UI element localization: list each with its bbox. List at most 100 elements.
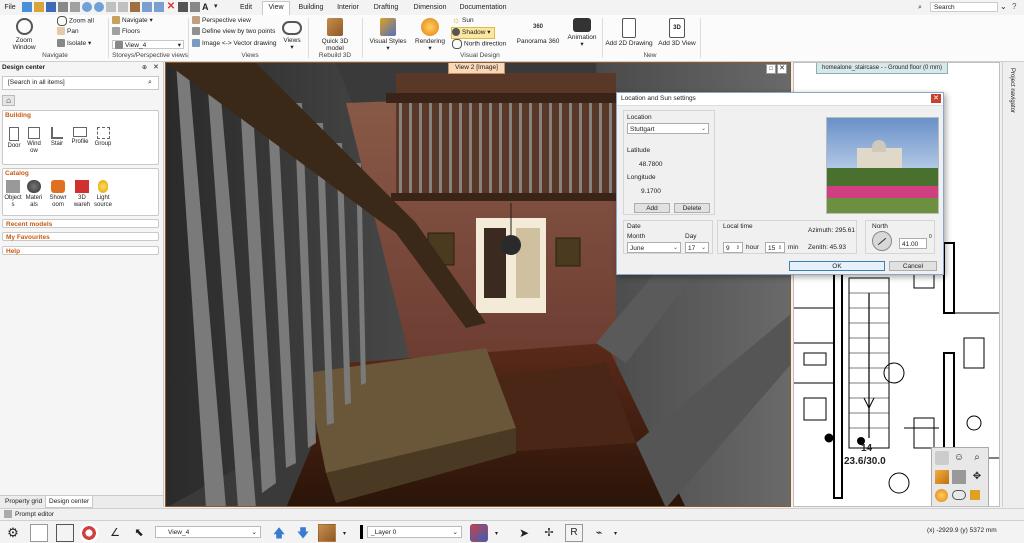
open-icon[interactable] (34, 2, 44, 12)
perspective-view-button[interactable]: Perspective view (192, 16, 251, 26)
panorama-360-button[interactable]: 360 Panorama 360 (516, 18, 560, 45)
group-item[interactable]: Group (93, 127, 113, 148)
tab-drafting[interactable]: Drafting (371, 2, 401, 14)
eraser-dropdown-icon[interactable]: ▾ (495, 530, 498, 537)
sun-button[interactable]: ☼ Sun (452, 16, 474, 26)
cursor-icon[interactable]: ⬉ (130, 524, 148, 542)
rebuild-3d-icon[interactable] (318, 524, 336, 542)
tab-design-center[interactable]: Design center (45, 496, 94, 508)
print-icon[interactable] (58, 2, 68, 12)
door-item[interactable]: Door (5, 127, 23, 150)
light-source-item[interactable]: Light source (92, 180, 114, 208)
project-navigator-tab[interactable]: Project navigator (1009, 68, 1015, 113)
help-header[interactable]: Help (2, 246, 159, 255)
add-location-button[interactable]: Add (634, 203, 670, 213)
search-input[interactable]: Search (930, 2, 998, 12)
materials-item[interactable]: Materi als (25, 180, 43, 208)
design-search-input[interactable]: [Search in all items] (2, 76, 159, 90)
snap-point-icon[interactable]: ✢ (540, 524, 558, 542)
move-down-icon[interactable]: 🡇 (294, 524, 312, 542)
polyline-dropdown-icon[interactable]: ▾ (614, 530, 617, 537)
tab-documentation[interactable]: Documentation (458, 2, 508, 14)
zoom-all-button[interactable]: Zoom all (57, 16, 94, 26)
close-panel-icon[interactable]: ✕ (153, 63, 159, 71)
minute-input[interactable]: 15 ⇕ (765, 242, 785, 253)
render-ball-icon[interactable] (935, 489, 948, 502)
cancel-button[interactable]: Cancel (889, 261, 937, 271)
view-select[interactable]: View_4 ▾ (112, 40, 184, 50)
layer-select[interactable]: _Layer 0 ⌄ (367, 526, 462, 538)
settings-gear-icon[interactable]: ⚙ (4, 524, 22, 542)
add-3d-view-button[interactable]: 3D Add 3D View (656, 18, 698, 47)
frame-select-icon[interactable] (56, 524, 74, 542)
month-select[interactable]: June ⌄ (627, 242, 681, 253)
copy-icon[interactable] (106, 2, 116, 12)
tab-edit[interactable]: Edit (235, 2, 257, 14)
building-header[interactable]: Building (5, 112, 31, 119)
add-2d-drawing-button[interactable]: Add 2D Drawing (605, 18, 653, 47)
viewport-tab[interactable]: View 2 [Image] (448, 63, 505, 74)
north-angle-input[interactable]: 41.00 (899, 238, 927, 249)
animation-button[interactable]: Animation ▾ (564, 18, 600, 48)
prompt-toggle-icon[interactable] (4, 510, 12, 518)
walker-icon[interactable]: ☺ (952, 451, 966, 465)
minute-spin-icon[interactable]: ⇕ (778, 243, 782, 254)
redo-icon[interactable] (94, 2, 104, 12)
save-icon[interactable] (46, 2, 56, 12)
north-direction-button[interactable]: North direction (452, 39, 506, 49)
delete-location-button[interactable]: Delete (674, 203, 710, 213)
day-select[interactable]: 17 ⌄ (685, 242, 709, 253)
orbit-icon[interactable]: ✥ (970, 470, 984, 484)
look-eye-icon[interactable] (952, 490, 966, 500)
shadow-button[interactable]: Shadow ▾ (451, 27, 495, 39)
prompt-editor-label[interactable]: Prompt editor (15, 510, 54, 520)
status-view-select[interactable]: View_4 ⌄ (155, 526, 261, 538)
project-navigator-sidebar[interactable]: Project navigator (1002, 62, 1024, 507)
rendering-button[interactable]: Rendering ▾ (412, 18, 448, 52)
visual-styles-button[interactable]: Visual Styles ▾ (366, 18, 410, 52)
profile-item[interactable]: Profile (69, 127, 91, 146)
undo-icon[interactable] (82, 2, 92, 12)
objects-item[interactable]: Object s (4, 180, 22, 208)
define-view-button[interactable]: Define view by two points (192, 27, 275, 37)
rebuild-dropdown-icon[interactable]: ▾ (343, 530, 346, 537)
viewport-close-icon[interactable]: ✕ (777, 64, 787, 74)
zoom-window-button[interactable]: Zoom Window (4, 18, 44, 51)
image-vector-button[interactable]: Image <-> Vector drawing (192, 39, 276, 49)
polyline-icon[interactable]: ⌁ (590, 524, 608, 542)
search-chevron-icon[interactable]: ⌄ (1000, 2, 1010, 12)
move-up-icon[interactable]: 🡅 (270, 524, 288, 542)
tab-dimension[interactable]: Dimension (410, 2, 450, 14)
tab-property-grid[interactable]: Property grid (2, 497, 45, 507)
showroom-item[interactable]: Showr oom (48, 180, 68, 208)
pencil-icon[interactable] (142, 2, 152, 12)
location-select[interactable]: Stuttgart ⌄ (627, 123, 709, 134)
dialog-close-icon[interactable]: ✕ (931, 94, 941, 103)
tab-interior[interactable]: Interior (334, 2, 362, 14)
hour-input[interactable]: 9 ⇕ (723, 242, 743, 253)
walk-mode-icon[interactable] (935, 451, 949, 465)
catalog-header[interactable]: Catalog (5, 170, 29, 177)
angle-icon[interactable]: ∠ (106, 524, 124, 542)
new-icon[interactable] (22, 2, 32, 12)
tab-building[interactable]: Building (295, 2, 327, 14)
isolate-button[interactable]: Isolate ▾ (57, 39, 91, 49)
navigate-dropdown[interactable]: Navigate ▾ (112, 16, 153, 26)
help-icon[interactable]: ? (1012, 2, 1022, 12)
3d-warehouse-item[interactable]: 3D wareh (71, 180, 93, 208)
material-swatch-icon[interactable] (970, 490, 980, 500)
my-favourites-header[interactable]: My Favourites (2, 232, 159, 241)
hour-spin-icon[interactable]: ⇕ (736, 243, 740, 254)
zoom-icon[interactable]: ⌕ (970, 451, 984, 465)
window-item[interactable]: Wind ow (25, 127, 43, 154)
file-menu[interactable]: File (3, 2, 17, 14)
redraw-icon[interactable] (190, 2, 200, 12)
ok-button[interactable]: OK (789, 261, 885, 271)
stair-item[interactable]: Stair (48, 127, 66, 148)
relative-coords-icon[interactable]: R (565, 524, 583, 542)
text-icon[interactable]: A (202, 2, 212, 12)
pan-button[interactable]: Pan (57, 27, 79, 37)
views-button[interactable]: Views ▾ (280, 18, 304, 51)
north-compass-icon[interactable] (872, 231, 892, 251)
select-icon[interactable] (178, 2, 188, 12)
